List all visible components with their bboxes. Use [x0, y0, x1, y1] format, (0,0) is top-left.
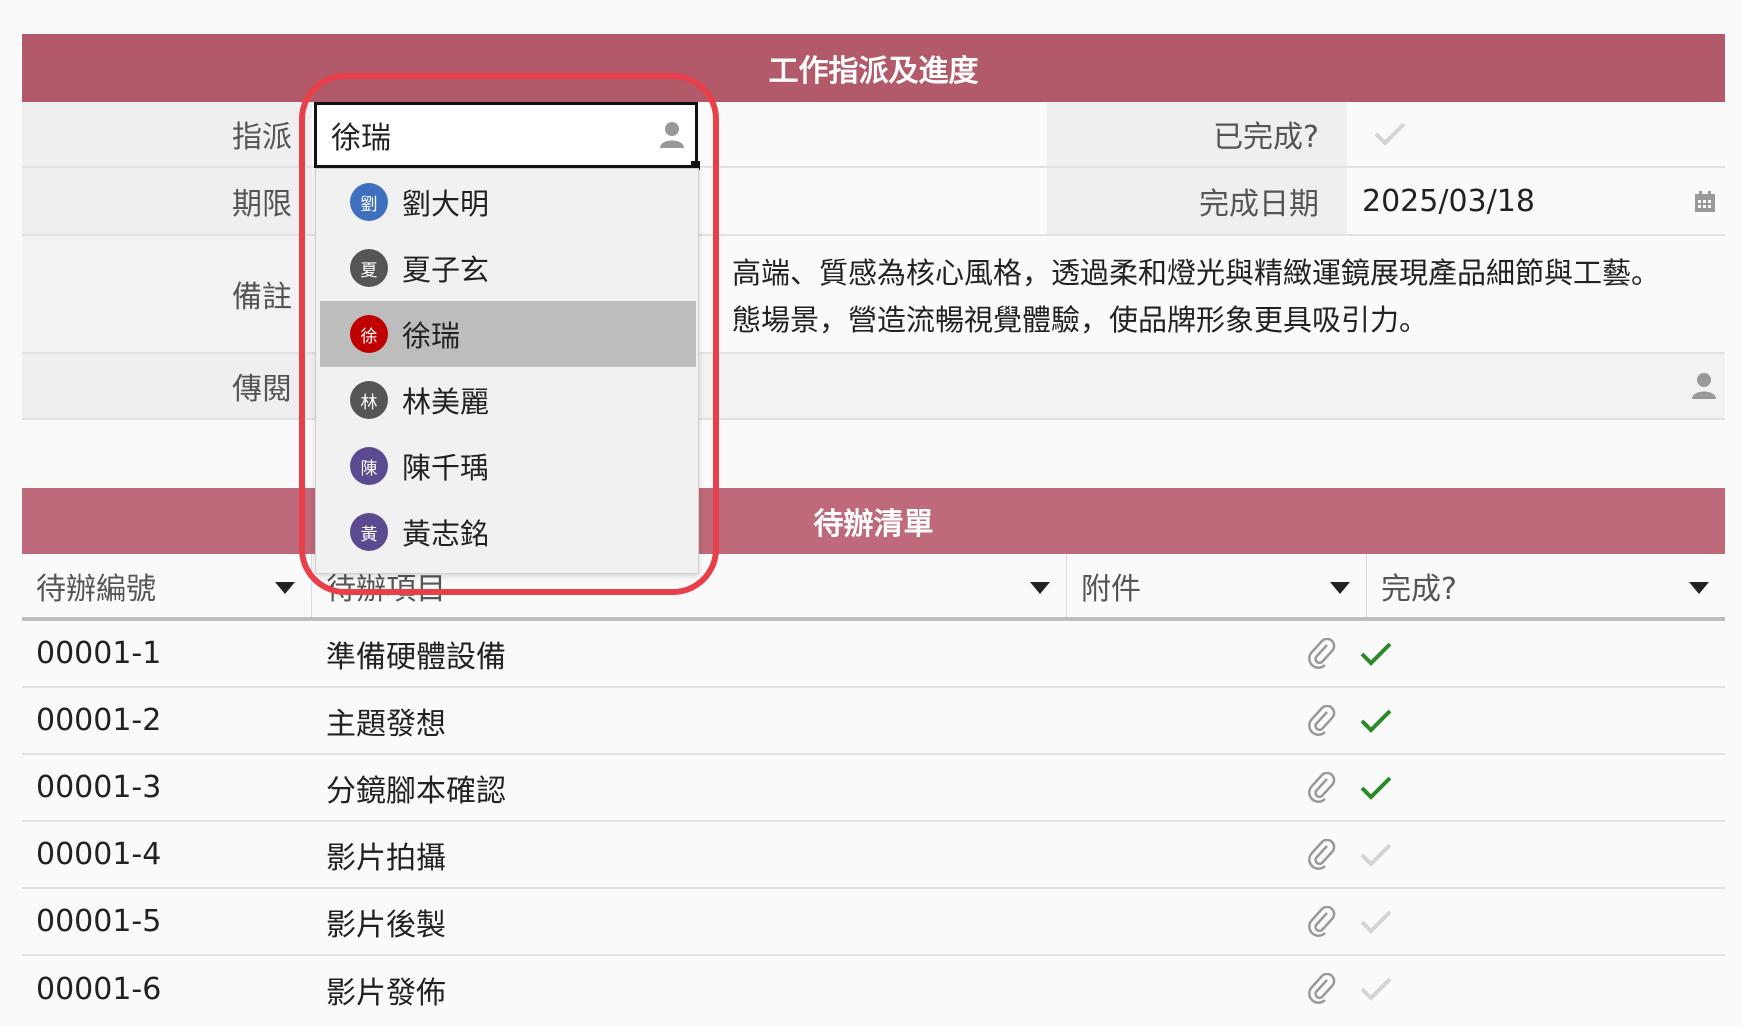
table-row[interactable]: 00001-4 影片拍攝 [22, 822, 1725, 889]
checkmark-icon[interactable] [1358, 840, 1394, 870]
option-label: 林美麗 [402, 385, 490, 419]
option-label: 黃志銘 [402, 517, 490, 551]
section-title: 工作指派及進度 [768, 54, 979, 89]
avatar: 黃 [350, 513, 388, 551]
table-row[interactable]: 00001-1 準備硬體設備 [22, 621, 1725, 688]
done-label: 已完成? [1047, 102, 1347, 166]
dropdown-option[interactable]: 夏 夏子玄 [320, 235, 696, 301]
paperclip-icon[interactable] [1307, 906, 1337, 938]
done-date-value: 2025/03/18 [1362, 183, 1535, 219]
todo-table-header: 待辦編號 待辦項目 附件 完成? [22, 554, 1725, 621]
checkmark-icon[interactable] [1358, 907, 1394, 937]
paperclip-icon[interactable] [1307, 839, 1337, 871]
todo-item: 主題發想 [326, 706, 446, 742]
todo-item: 準備硬體設備 [326, 639, 506, 675]
table-row[interactable]: 00001-2 主題發想 [22, 688, 1725, 755]
assign-input[interactable]: 徐瑞 [314, 102, 698, 168]
caret-down-icon[interactable] [1330, 582, 1350, 594]
section-title: 待辦清單 [813, 507, 934, 542]
section-header-todo: 待辦清單 [22, 488, 1725, 554]
cc-label: 傳閱 [22, 354, 312, 418]
todo-id: 00001-5 [36, 904, 162, 939]
paperclip-icon[interactable] [1307, 638, 1337, 670]
avatar: 夏 [350, 249, 388, 287]
paperclip-icon[interactable] [1307, 705, 1337, 737]
column-header-id[interactable]: 待辦編號 [22, 554, 312, 617]
todo-item: 影片拍攝 [326, 840, 446, 876]
done-checkbox[interactable] [1372, 102, 1408, 166]
table-row[interactable]: 00001-6 影片發佈 [22, 956, 1725, 1023]
option-label: 陳千瑀 [402, 451, 490, 485]
todo-item: 影片發佈 [326, 975, 446, 1011]
assign-row: 指派 已完成? [22, 102, 1725, 168]
assign-label: 指派 [22, 102, 312, 166]
todo-id: 00001-6 [36, 972, 162, 1007]
done-date-field[interactable]: 2025/03/18 [1362, 168, 1725, 234]
note-label: 備註 [22, 236, 312, 352]
dropdown-option[interactable]: 林 林美麗 [320, 367, 696, 433]
column-header-attachment[interactable]: 附件 [1067, 554, 1367, 617]
dropdown-option[interactable]: 黃 黃志銘 [320, 499, 696, 565]
due-row: 期限 完成日期 2025/03/18 [22, 168, 1725, 236]
todo-id: 00001-4 [36, 837, 162, 872]
checkmark-icon[interactable] [1358, 974, 1394, 1004]
caret-down-icon[interactable] [1030, 582, 1050, 594]
checkmark-icon [1374, 122, 1406, 146]
paperclip-icon[interactable] [1307, 973, 1337, 1005]
done-date-label: 完成日期 [1047, 168, 1347, 234]
table-row[interactable]: 00001-5 影片後製 [22, 889, 1725, 956]
todo-id: 00001-1 [36, 636, 162, 671]
person-icon[interactable] [1691, 372, 1717, 400]
due-label: 期限 [22, 168, 312, 234]
option-label: 徐瑞 [402, 319, 461, 353]
todo-item: 影片後製 [326, 907, 446, 943]
option-label: 劉大明 [402, 187, 490, 221]
dropdown-option[interactable]: 劉 劉大明 [320, 169, 696, 235]
todo-id: 00001-3 [36, 770, 162, 805]
avatar: 林 [350, 381, 388, 419]
caret-down-icon[interactable] [1689, 582, 1709, 594]
checkmark-icon[interactable] [1358, 706, 1394, 736]
person-icon[interactable] [659, 121, 685, 149]
checkmark-icon[interactable] [1358, 773, 1394, 803]
checkmark-icon[interactable] [1358, 639, 1394, 669]
avatar: 劉 [350, 183, 388, 221]
todo-id: 00001-2 [36, 703, 162, 738]
note-row: 備註 高端、質感為核心風格，透過柔和燈光與精緻運鏡展現產品細節與工藝。 態場景，… [22, 236, 1725, 354]
option-label: 夏子玄 [402, 253, 490, 287]
column-header-done[interactable]: 完成? [1367, 554, 1725, 617]
assign-value: 徐瑞 [331, 121, 391, 156]
assignee-dropdown: 劉 劉大明 夏 夏子玄 徐 徐瑞 林 林美麗 陳 陳千瑀 黃 黃志銘 [315, 168, 699, 574]
avatar: 徐 [350, 315, 388, 353]
cc-row: 傳閱 [22, 354, 1725, 420]
section-header-work-assignment: 工作指派及進度 [22, 34, 1725, 102]
paperclip-icon[interactable] [1307, 772, 1337, 804]
calendar-icon[interactable] [1693, 190, 1717, 214]
dropdown-option[interactable]: 陳 陳千瑀 [320, 433, 696, 499]
avatar: 陳 [350, 447, 388, 485]
caret-down-icon[interactable] [275, 582, 295, 594]
table-row[interactable]: 00001-3 分鏡腳本確認 [22, 755, 1725, 822]
todo-item: 分鏡腳本確認 [326, 773, 506, 809]
dropdown-option-selected[interactable]: 徐 徐瑞 [320, 301, 696, 367]
